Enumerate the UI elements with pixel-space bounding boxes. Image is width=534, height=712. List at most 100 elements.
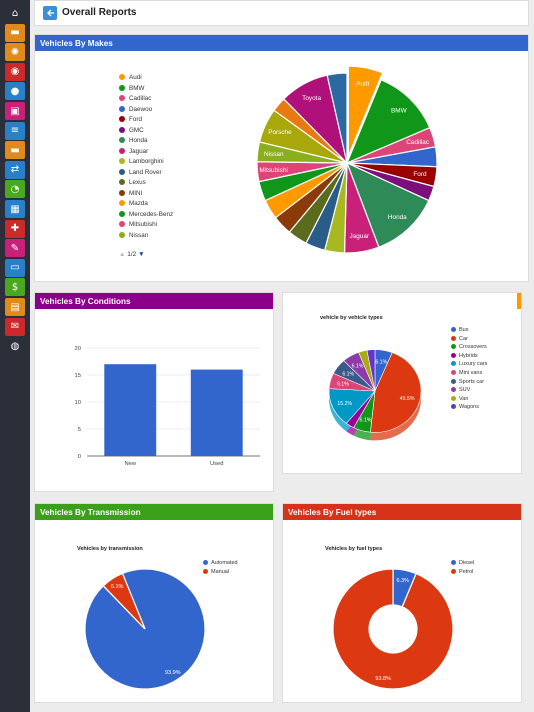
legend-swatch xyxy=(119,147,125,154)
conditions-panel-header: Vehicles By Conditions xyxy=(35,293,273,309)
legend-pagination[interactable]: ▲ 1/2 ▼ xyxy=(119,251,145,258)
makes-pie-chart: Audi BMW Cadillac Ford Honda Jaguar Mitsubishi… xyxy=(256,65,438,254)
pie-slice-label: 45.5% xyxy=(400,396,415,402)
bus-icon[interactable]: ▭ xyxy=(5,258,25,277)
home-icon[interactable]: ⌂ xyxy=(5,4,25,22)
legend-item: Jaguar xyxy=(119,147,149,155)
legend-label: Mazda xyxy=(129,200,148,207)
fuel-panel: Vehicles By Fuel types Vehicles by fuel … xyxy=(282,503,522,703)
legend-item: Ford xyxy=(119,116,142,123)
sidebar: ⌂ ▬ ✺ ◉ ● ▣ ≡ ▬ ⇄ ◔ ▦ ✚ ✎ ▭ $ ▤ ✉ ◍ xyxy=(0,0,30,712)
money-icon[interactable]: $ xyxy=(5,278,25,297)
legend-label: MINI xyxy=(129,189,143,197)
fuel-panel-header: Vehicles By Fuel types xyxy=(283,504,521,520)
calendar-icon[interactable]: ▦ xyxy=(5,200,25,218)
transmission-pie-chart: 93.9% 6.1% xyxy=(84,568,206,690)
legend-label: Crossovers xyxy=(459,344,487,351)
legend-label: Mercedes-Benz xyxy=(129,210,174,218)
legend-swatch xyxy=(451,387,456,393)
legend-item: Lexus xyxy=(119,179,146,186)
legend-label: GMC xyxy=(129,126,144,134)
pie-slice-label: Jaguar xyxy=(349,233,369,240)
tools-icon[interactable]: ✎ xyxy=(5,239,25,258)
legend-item: Daewoo xyxy=(119,105,153,113)
legend-swatch xyxy=(451,344,456,350)
legend-label: Luxury cars xyxy=(459,361,488,368)
legend-item: SUV xyxy=(451,387,470,393)
legend-swatch xyxy=(119,137,125,143)
user-icon[interactable]: ● xyxy=(5,82,25,101)
report-icon[interactable]: ▤ xyxy=(5,298,25,316)
truck-icon[interactable]: ▬ xyxy=(5,141,25,160)
makes-legend: Audi BMW Cadillac Daewoo Ford GMC Honda Jaguar L… xyxy=(119,74,219,244)
vehicle-types-accent xyxy=(517,293,521,309)
legend-swatch xyxy=(119,231,125,238)
settings-icon[interactable]: ✺ xyxy=(5,43,25,62)
pie-slice-label: Nissan xyxy=(264,151,284,158)
legend-swatch xyxy=(451,404,456,410)
pie-slice[interactable] xyxy=(332,568,454,690)
page-title: Overall Reports xyxy=(62,7,137,18)
y-tick-label: 5 xyxy=(78,427,81,433)
legend-item: GMC xyxy=(119,126,144,134)
legend-swatch xyxy=(451,395,456,401)
legend-item: Crossovers xyxy=(451,344,487,350)
prev-page-icon[interactable]: ▲ xyxy=(119,251,125,258)
database-icon[interactable]: ≡ xyxy=(5,121,25,140)
legend-item: Honda xyxy=(119,137,148,144)
legend-swatch xyxy=(451,335,456,341)
legend-label: Jaguar xyxy=(129,147,149,155)
legend-label: Land Rover xyxy=(129,168,162,176)
transfer-icon[interactable]: ⇄ xyxy=(5,160,25,179)
pie-slice-label: 6.1% xyxy=(352,364,364,370)
legend-item: Bus xyxy=(451,327,468,333)
legend-item: Wagons xyxy=(451,404,479,410)
bar[interactable] xyxy=(104,364,157,456)
car-icon[interactable]: ▬ xyxy=(5,23,25,42)
legend-item: Luxury cars xyxy=(451,361,487,367)
makes-panel: Vehicles By Makes Audi BMW Cadillac Daewoo F… xyxy=(34,34,529,282)
legend-item: MINI xyxy=(119,189,143,197)
repair-icon[interactable]: ✚ xyxy=(5,219,25,238)
legend-swatch xyxy=(119,210,125,217)
legend-swatch xyxy=(119,126,125,133)
legend-item: Hybrids xyxy=(451,352,478,359)
legend-item: Sports car xyxy=(451,378,484,385)
top-bar: Overall Reports xyxy=(34,0,529,26)
bar[interactable] xyxy=(190,369,243,456)
vehicle-types-panel: vehicle by vehicle types Bus Car Crossover… xyxy=(282,292,522,474)
vehicle-icon[interactable]: ◉ xyxy=(5,62,25,81)
transmission-panel: Vehicles By Transmission Vehicles by tra… xyxy=(34,503,274,703)
legend-label: Cadillac xyxy=(129,95,152,102)
legend-label: Hybrids xyxy=(459,352,478,359)
pie-slice-label: 15.2% xyxy=(337,401,352,407)
next-page-icon[interactable]: ▼ xyxy=(138,251,144,258)
legend-label: Wagons xyxy=(459,404,479,411)
legend-item: Mitsubishi xyxy=(119,221,157,228)
vehicle-types-legend: Bus Car Crossovers Hybrids Luxury cars Mini v… xyxy=(451,327,521,417)
pie-slice-label: Porsche xyxy=(268,129,292,136)
legend-label: Daewoo xyxy=(129,105,153,113)
mail-icon[interactable]: ✉ xyxy=(5,317,25,336)
globe-icon[interactable]: ◍ xyxy=(5,337,25,356)
legend-item: Nissan xyxy=(119,231,148,239)
fuel-donut-chart: 6.3% 93.8% xyxy=(332,568,454,690)
pie-slice-label: Mitsubishi xyxy=(259,167,287,174)
legend-item: Car xyxy=(451,335,468,342)
y-tick-label: 15 xyxy=(75,373,81,379)
back-icon[interactable] xyxy=(43,6,57,20)
pie-slice-label: BMW xyxy=(391,107,408,114)
conditions-panel: Vehicles By Conditions 0 5 10 15 20 New Used xyxy=(34,292,274,492)
legend-swatch xyxy=(119,168,125,175)
pie-slice-label: 6.1% xyxy=(337,382,349,388)
conditions-bar-chart: 0 5 10 15 20 New Used xyxy=(75,346,260,467)
legend-item: Land Rover xyxy=(119,168,162,176)
legend-label: Ford xyxy=(129,116,142,123)
y-tick-label: 10 xyxy=(75,400,81,406)
gauge-icon[interactable]: ◔ xyxy=(5,180,25,199)
pie-slice-label: 6.3% xyxy=(397,578,410,584)
legend-item: Van xyxy=(451,395,468,402)
box-icon[interactable]: ▣ xyxy=(5,102,25,120)
legend-label: Bus xyxy=(459,327,469,333)
pie-slice-label: Toyota xyxy=(302,95,321,102)
